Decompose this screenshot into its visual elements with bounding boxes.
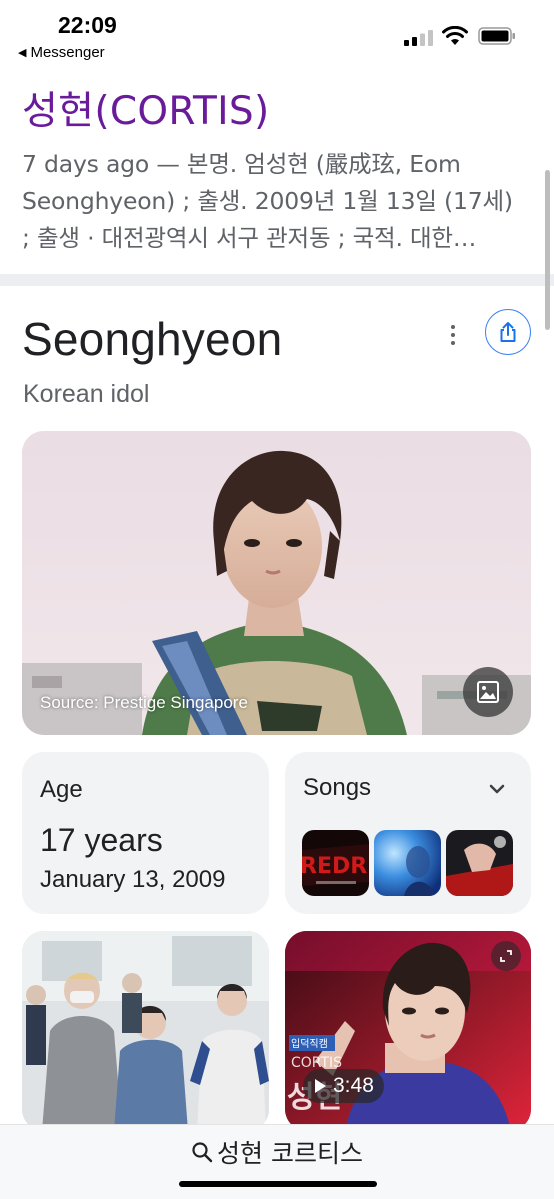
status-bar: 22:09 ◀ Messenger bbox=[0, 0, 554, 66]
album-art-redred: REDRE bbox=[302, 830, 369, 896]
knowledge-panel-subtitle: Korean idol bbox=[23, 380, 150, 408]
knowledge-panel-title: Seonghyeon bbox=[22, 313, 283, 365]
age-value: 17 years bbox=[40, 822, 163, 858]
svg-text:REDRE: REDRE bbox=[302, 854, 369, 879]
back-to-app-button[interactable]: ◀ Messenger bbox=[18, 44, 105, 61]
songs-card[interactable]: Songs REDRE bbox=[285, 752, 531, 914]
result-snippet: 7 days ago — 본명. 엄성현 (嚴成玹, Eom Seonghyeo… bbox=[22, 150, 513, 252]
section-divider bbox=[0, 274, 554, 286]
image-search-button[interactable] bbox=[463, 667, 513, 717]
play-icon bbox=[315, 1079, 326, 1093]
album-art-blue bbox=[374, 830, 441, 896]
more-options-button[interactable] bbox=[440, 318, 466, 352]
video-duration: 3:48 bbox=[333, 1074, 374, 1097]
back-arrow-icon: ◀ bbox=[18, 47, 27, 59]
photo-tile[interactable] bbox=[22, 931, 269, 1131]
image-icon bbox=[477, 681, 499, 703]
svg-text:입덕직캠: 입덕직캠 bbox=[291, 1037, 328, 1050]
scrollbar[interactable] bbox=[545, 170, 550, 330]
age-label: Age bbox=[40, 776, 83, 803]
song-thumbnail[interactable]: REDRE bbox=[302, 830, 369, 896]
search-query-text: 성현 코르티스 bbox=[217, 1139, 363, 1168]
status-time: 22:09 bbox=[58, 12, 117, 38]
home-indicator[interactable] bbox=[179, 1181, 377, 1187]
songs-label: Songs bbox=[303, 774, 372, 801]
birth-date: January 13, 2009 bbox=[40, 866, 226, 893]
wifi-icon bbox=[442, 26, 468, 45]
song-thumbnail[interactable] bbox=[374, 830, 441, 896]
profile-image[interactable]: Source: Prestige Singapore bbox=[22, 431, 531, 735]
expand-button[interactable] bbox=[491, 941, 521, 971]
result-title-link[interactable]: 성현(CORTIS) bbox=[22, 80, 269, 136]
bottom-search-bar: 성현 코르티스 bbox=[0, 1124, 554, 1199]
video-duration-badge: 3:48 bbox=[303, 1069, 384, 1103]
album-art-red-hand bbox=[446, 830, 513, 896]
search-query-button[interactable]: 성현 코르티스 bbox=[0, 1135, 554, 1169]
search-icon bbox=[192, 1142, 213, 1163]
share-icon bbox=[500, 322, 516, 342]
age-card[interactable]: Age 17 years January 13, 2009 bbox=[22, 752, 269, 914]
video-tile[interactable]: 입덕직캠 CORTIS 성현 3:48 bbox=[285, 931, 531, 1131]
airport-photo bbox=[22, 931, 269, 1131]
back-app-label: Messenger bbox=[30, 44, 105, 61]
more-vert-icon bbox=[451, 325, 455, 329]
cellular-signal-icon bbox=[404, 30, 433, 46]
image-credit: Source: Prestige Singapore bbox=[40, 693, 248, 712]
battery-icon bbox=[478, 27, 515, 45]
expand-icon bbox=[500, 950, 512, 962]
profile-photo bbox=[22, 431, 531, 735]
share-button[interactable] bbox=[485, 309, 531, 355]
song-thumbnail[interactable] bbox=[446, 830, 513, 896]
chevron-down-icon[interactable] bbox=[484, 776, 510, 802]
